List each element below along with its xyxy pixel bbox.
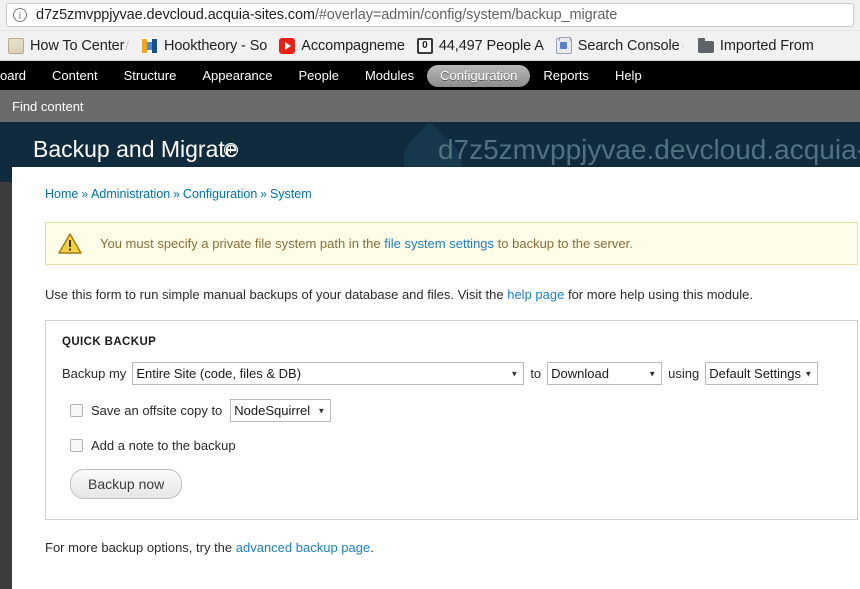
admin-toolbar-item-structure[interactable]: Structure [111,64,190,88]
warning-triangle-icon [58,233,82,254]
bookmark-label: Accompagneme [301,37,405,54]
breadcrumb-separator: » [81,187,89,201]
breadcrumb-item-home[interactable]: Home [45,187,78,201]
zero-badge-icon: 0 [416,37,433,54]
hooktheory-icon [141,37,158,54]
footer-text-before: For more backup options, try the [45,540,236,555]
admin-toolbar-item-people[interactable]: People [285,64,351,88]
backup-destination-select-wrap: Download [547,362,663,385]
bookmark-accompagnement[interactable]: Accompagneme [273,34,411,58]
admin-shortcut-bar: Find content [0,90,860,122]
backup-my-label: Backup my [62,366,127,381]
warning-text-after: to backup to the server. [494,236,633,251]
plus-circle-icon[interactable] [224,143,238,157]
quick-backup-fieldset: QUICK BACKUP Backup my Entire Site (code… [45,320,858,520]
add-note-row: Add a note to the backup [62,438,841,453]
backup-source-row: Backup my Entire Site (code, files & DB)… [62,362,841,385]
admin-toolbar-item-appearance[interactable]: Appearance [189,64,285,88]
offsite-destination-select-wrap: NodeSquirrel [230,399,332,422]
url-bar-row: d7z5zmvppjyvae.devcloud.acquia-sites.com… [0,0,860,30]
bookmark-search-console[interactable]: Search Console · [550,34,692,58]
site-name-watermark: d7z5zmvppjyvae.devcloud.acquia- [437,134,860,165]
bookmarks-bar: How To Center / Hooktheory - So Accompag… [0,30,860,60]
intro-text: Use this form to run simple manual backu… [45,287,840,302]
using-label: using [668,366,700,381]
bookmark-hooktheory[interactable]: Hooktheory - So [136,34,273,58]
youtube-icon [279,37,296,54]
admin-toolbar-item-reports[interactable]: Reports [530,64,602,88]
advanced-backup-page-link[interactable]: advanced backup page [236,540,370,555]
offsite-destination-select[interactable]: NodeSquirrel [230,399,332,422]
admin-toolbar-item-modules[interactable]: Modules [352,64,427,88]
breadcrumb: Home» Administration» Configuration» System [45,187,840,201]
document-icon [8,37,24,54]
backup-source-select[interactable]: Entire Site (code, files & DB) [132,362,525,385]
breadcrumb-separator: » [173,187,180,201]
info-circle-icon[interactable] [13,8,27,22]
add-note-label: Add a note to the backup [91,438,236,453]
offsite-copy-row: Save an offsite copy to NodeSquirrel [62,399,841,422]
bookmark-trail: · [680,38,685,53]
folder-icon [697,37,714,53]
admin-toolbar: oard Content Structure Appearance People… [0,61,860,90]
offsite-copy-label: Save an offsite copy to [91,403,223,418]
backup-profile-select-wrap: Default Settings [705,362,819,385]
admin-toolbar-item-configuration[interactable]: Configuration [427,64,531,87]
bookmark-label: 44,497 People A [438,37,544,54]
intro-text-after: for more help using this module. [564,287,753,302]
url-path: /#overlay=admin/config/system/backup_mig… [314,7,618,23]
bookmark-label: Imported From [719,37,814,54]
intro-text-before: Use this form to run simple manual backu… [45,287,508,302]
bookmark-label: Search Console [577,37,680,54]
breadcrumb-item-system[interactable]: System [270,187,312,201]
overlay-region: d7z5zmvppjyvae.devcloud.acquia- Backup a… [0,122,860,589]
quick-backup-legend: QUICK BACKUP [62,336,157,348]
breadcrumb-separator: » [260,187,267,201]
backup-profile-select[interactable]: Default Settings [705,362,819,385]
backup-source-select-wrap: Entire Site (code, files & DB) [132,362,525,385]
breadcrumb-item-configuration[interactable]: Configuration [183,187,257,201]
overlay-content-panel: Home» Administration» Configuration» System… [12,167,860,589]
advanced-options-text: For more backup options, try the advance… [45,540,840,555]
admin-toolbar-item-help[interactable]: Help [602,64,655,88]
page-title: Backup and Migrate [33,136,238,162]
url-host: d7z5zmvppjyvae.devcloud.acquia-sites.com [36,7,315,23]
file-system-settings-link[interactable]: file system settings [384,236,494,251]
admin-toolbar-item-dashboard[interactable]: oard [0,64,39,88]
add-note-checkbox[interactable] [70,439,83,452]
backup-destination-select[interactable]: Download [547,362,663,385]
backup-now-button[interactable]: Backup now [70,469,183,499]
bookmark-trail: / [125,38,129,53]
warning-message: You must specify a private file system p… [45,222,858,265]
bookmark-label: How To Center [30,37,125,54]
address-bar[interactable]: d7z5zmvppjyvae.devcloud.acquia-sites.com… [6,3,854,27]
offsite-copy-checkbox[interactable] [70,404,83,417]
url-text: d7z5zmvppjyvae.devcloud.acquia-sites.com… [36,7,617,23]
bookmark-imported-from[interactable]: Imported From [692,34,820,58]
bookmark-how-to-center[interactable]: How To Center / [2,34,136,58]
search-console-icon [555,36,572,54]
help-page-link[interactable]: help page [507,287,564,302]
bookmark-44497-people[interactable]: 0 44,497 People A [411,34,550,58]
shortcut-find-content[interactable]: Find content [12,99,84,114]
footer-text-after: . [370,540,374,555]
admin-toolbar-item-content[interactable]: Content [39,64,111,88]
browser-chrome: d7z5zmvppjyvae.devcloud.acquia-sites.com… [0,0,860,61]
breadcrumb-item-administration[interactable]: Administration [91,187,170,201]
to-label: to [530,366,542,381]
bookmark-label: Hooktheory - So [163,37,268,54]
warning-text: You must specify a private file system p… [100,236,633,251]
warning-text-before: You must specify a private file system p… [100,236,385,251]
